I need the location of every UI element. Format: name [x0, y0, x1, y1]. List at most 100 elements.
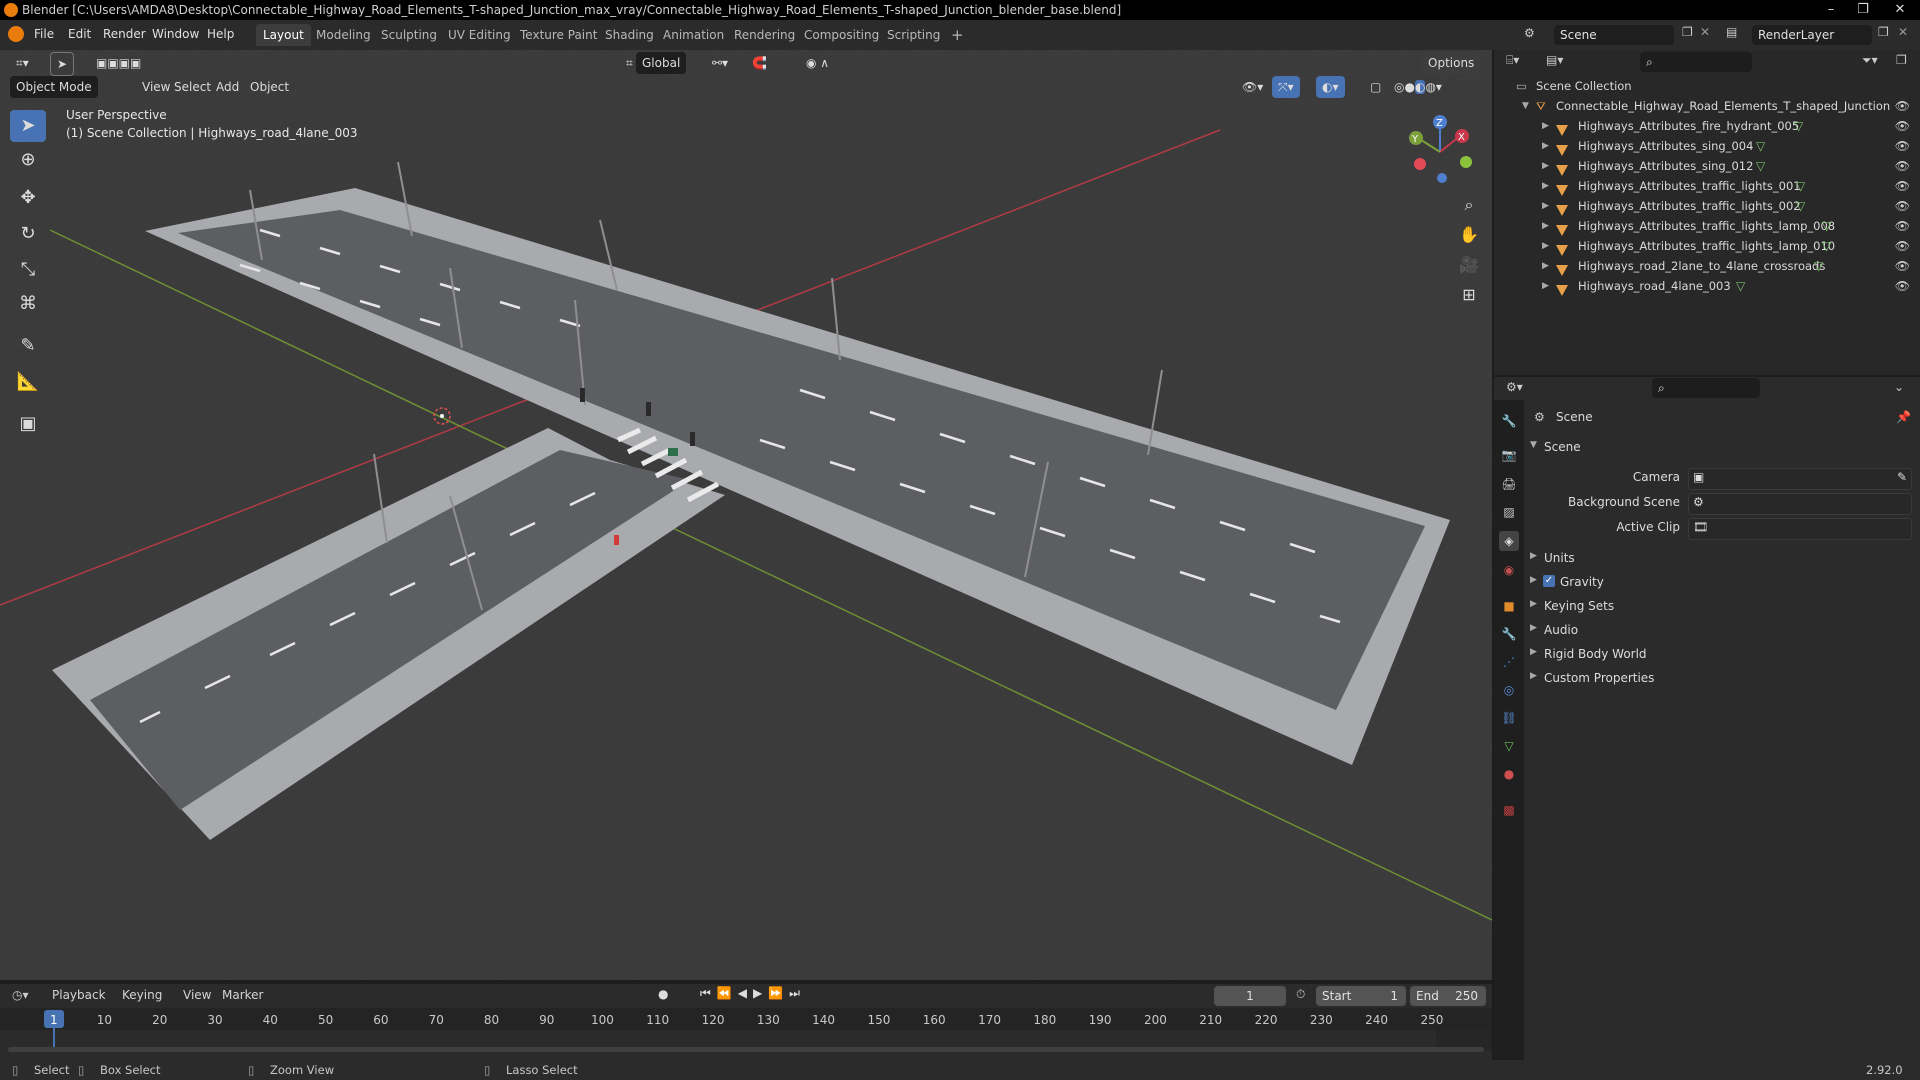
render-tab-icon[interactable]: 📷 — [1499, 445, 1519, 465]
chevron-right-icon[interactable]: ▶ — [1530, 551, 1537, 561]
panel-gravity[interactable]: Gravity — [1560, 575, 1604, 589]
pin-icon[interactable]: 📌 — [1896, 410, 1911, 424]
world-tab-icon[interactable]: ◉ — [1499, 560, 1519, 580]
properties-search[interactable]: ⌕ — [1652, 378, 1760, 398]
outliner-row-object[interactable]: ▶ Highways_road_4lane_003 ▽ 👁 — [1494, 276, 1920, 296]
viewport-menu-object[interactable]: Object — [244, 76, 295, 98]
outliner-row-scene-collection[interactable]: ▭ Scene Collection — [1494, 76, 1920, 96]
eye-icon[interactable]: 👁 — [1895, 196, 1910, 216]
data-tab-icon[interactable]: ▽ — [1499, 736, 1519, 756]
camera-view-icon[interactable]: 🎥 — [1456, 252, 1482, 278]
outliner-row-object[interactable]: ▶ Highways_road_2lane_to_4lane_crossroad… — [1494, 256, 1920, 276]
panel-audio[interactable]: Audio — [1544, 623, 1578, 637]
panel-scene-title[interactable]: Scene — [1544, 440, 1581, 454]
chevron-down-icon[interactable]: ⌄ — [1894, 380, 1904, 394]
eye-icon[interactable]: 👁 — [1895, 236, 1910, 256]
chevron-right-icon[interactable]: ▶ — [1530, 575, 1537, 585]
transform-tool[interactable]: ⌘ — [10, 288, 46, 320]
new-layer-icon[interactable]: ❐ — [1878, 25, 1889, 39]
active-clip-field[interactable]: 🎞 — [1688, 518, 1912, 540]
chevron-right-icon[interactable]: ▶ — [1530, 671, 1537, 681]
select-tool-button[interactable]: ➤ — [50, 52, 75, 76]
outliner-row-object[interactable]: ▶ Highways_Attributes_traffic_lights_lam… — [1494, 216, 1920, 236]
timeline-menu-keying[interactable]: Keying — [122, 988, 162, 1002]
editor-type-button[interactable]: ⌗▾ — [10, 52, 35, 74]
tab-texture-paint[interactable]: Texture Paint — [513, 24, 604, 46]
modifier-tab-icon[interactable]: 🔧 — [1499, 624, 1519, 644]
chevron-right-icon[interactable]: ▶ — [1542, 236, 1549, 256]
select-mode-buttons[interactable]: ▣▣▣▣ — [90, 52, 147, 74]
chevron-right-icon[interactable]: ▶ — [1542, 196, 1549, 216]
delete-scene-icon[interactable]: ✕ — [1700, 25, 1710, 39]
panel-custom-properties[interactable]: Custom Properties — [1544, 671, 1654, 685]
background-scene-field[interactable]: ⚙ — [1688, 493, 1912, 515]
tab-rendering[interactable]: Rendering — [727, 24, 802, 46]
zoom-icon[interactable]: ⌕ — [1456, 192, 1482, 218]
physics-tab-icon[interactable]: ◎ — [1499, 680, 1519, 700]
scene-selector[interactable]: Scene — [1554, 25, 1674, 45]
tab-modeling[interactable]: Modeling — [309, 24, 378, 46]
chevron-right-icon[interactable]: ▶ — [1542, 116, 1549, 136]
outliner-editor-icon[interactable]: ⌸▾ — [1506, 53, 1519, 68]
outliner-row-object[interactable]: ▶ Highways_Attributes_traffic_lights_lam… — [1494, 236, 1920, 256]
panel-units[interactable]: Units — [1544, 551, 1575, 565]
chevron-down-icon[interactable]: ▼ — [1530, 440, 1537, 450]
measure-tool[interactable]: 📐 — [10, 366, 46, 398]
camera-field[interactable]: ▣ ✎ — [1688, 468, 1912, 490]
start-frame-field[interactable]: Start 1 — [1316, 986, 1406, 1006]
viewport-menu-add[interactable]: Add — [210, 76, 245, 98]
chevron-right-icon[interactable]: ▶ — [1530, 623, 1537, 633]
visibility-icon[interactable]: 👁▾ — [1236, 76, 1269, 98]
chevron-right-icon[interactable]: ▶ — [1542, 156, 1549, 176]
scene-tab-icon[interactable]: ◈ — [1499, 531, 1519, 551]
chevron-right-icon[interactable]: ▶ — [1542, 216, 1549, 236]
outliner-row-object[interactable]: ▶ Highways_Attributes_sing_004 ▽ 👁 — [1494, 136, 1920, 156]
tab-layout[interactable]: Layout — [256, 24, 311, 46]
minimize-button[interactable]: – — [1816, 0, 1846, 20]
chevron-right-icon[interactable]: ▶ — [1542, 176, 1549, 196]
eye-icon[interactable]: 👁 — [1895, 116, 1910, 136]
chevron-right-icon[interactable]: ▶ — [1530, 647, 1537, 657]
menu-window[interactable]: Window — [152, 27, 199, 41]
eye-icon[interactable]: 👁 — [1895, 156, 1910, 176]
close-button[interactable]: ✕ — [1880, 0, 1920, 20]
new-collection-icon[interactable]: ❐ — [1896, 53, 1907, 67]
eye-icon[interactable]: 👁 — [1895, 256, 1910, 276]
annotate-tool[interactable]: ✎ — [10, 330, 46, 362]
tool-tab-icon[interactable]: 🔧 — [1499, 411, 1519, 431]
new-scene-icon[interactable]: ❐ — [1682, 25, 1693, 39]
current-frame-field[interactable]: 1 — [1214, 986, 1286, 1006]
tab-sculpting[interactable]: Sculpting — [374, 24, 444, 46]
tab-shading[interactable]: Shading — [598, 24, 661, 46]
overlay-toggle-icon[interactable]: ◐▾ — [1316, 76, 1345, 98]
view-layer-tab-icon[interactable]: ▨ — [1499, 502, 1519, 522]
timeline-menu-marker[interactable]: Marker — [222, 988, 263, 1002]
move-tool[interactable]: ✥ — [10, 182, 46, 214]
chevron-right-icon[interactable]: ▶ — [1530, 599, 1537, 609]
gravity-checkbox[interactable]: ✓ — [1543, 575, 1555, 587]
shading-modes-icon[interactable]: ◎●◐◍▾ — [1388, 76, 1448, 98]
renderlayer-selector[interactable]: RenderLayer — [1752, 25, 1872, 45]
tab-compositing[interactable]: Compositing — [797, 24, 886, 46]
timeline-menu-playback[interactable]: Playback — [52, 988, 106, 1002]
xray-icon[interactable]: ▢ — [1364, 76, 1387, 98]
outliner-row-object[interactable]: ▶ Highways_Attributes_sing_012 ▽ 👁 — [1494, 156, 1920, 176]
eye-icon[interactable]: 👁 — [1895, 276, 1910, 296]
filter-icon[interactable]: ⏷▾ — [1862, 53, 1878, 68]
properties-editor-icon[interactable]: ⚙▾ — [1506, 380, 1523, 394]
mode-dropdown[interactable]: Object Mode — [10, 76, 98, 98]
timeline-scrollbar[interactable] — [8, 1047, 1484, 1052]
outliner-row-object[interactable]: ▶ Highways_Attributes_traffic_lights_001… — [1494, 176, 1920, 196]
delete-layer-icon[interactable]: ✕ — [1898, 25, 1908, 39]
tab-animation[interactable]: Animation — [656, 24, 731, 46]
3d-viewport[interactable]: Z X Y — [0, 50, 1492, 980]
object-tab-icon[interactable]: ■ — [1499, 596, 1519, 616]
outliner-row-object[interactable]: ▶ Highways_Attributes_fire_hydrant_005 ▽… — [1494, 116, 1920, 136]
pan-hand-icon[interactable]: ✋ — [1456, 222, 1482, 248]
menu-edit[interactable]: Edit — [68, 27, 91, 41]
timeline-editor-icon[interactable]: ◷▾ — [12, 988, 29, 1002]
end-frame-field[interactable]: End 250 — [1410, 986, 1486, 1006]
outliner-row-collection[interactable]: ▼ ⛛ Connectable_Highway_Road_Elements_T_… — [1494, 96, 1920, 116]
options-button[interactable]: Options — [1422, 52, 1481, 74]
chevron-down-icon[interactable]: ▼ — [1522, 96, 1529, 116]
